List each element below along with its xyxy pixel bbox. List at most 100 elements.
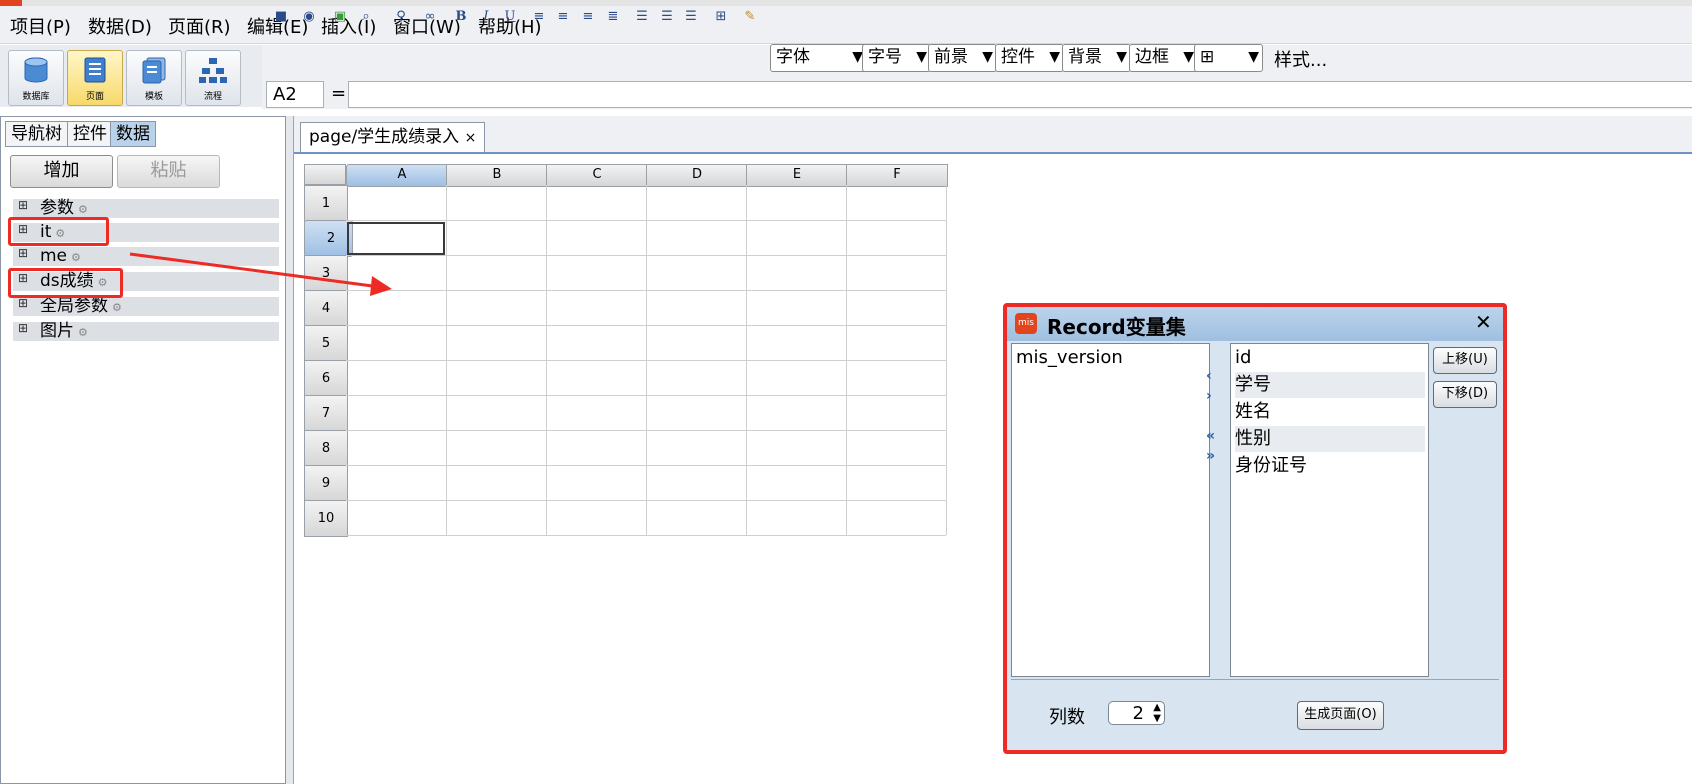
columns-label: 列数	[1049, 707, 1085, 728]
expand-icon[interactable]: ⊞	[18, 247, 30, 260]
close-icon[interactable]: ×	[465, 130, 477, 146]
column-header[interactable]: B	[446, 164, 548, 187]
border-select[interactable]: 边框 ▼	[1129, 44, 1198, 72]
column-header[interactable]: F	[846, 164, 948, 187]
move-right-one-icon[interactable]: ‹	[1206, 368, 1212, 384]
tab-data[interactable]: 数据	[110, 121, 156, 147]
column-header[interactable]: D	[646, 164, 748, 187]
list-item[interactable]: 身份证号	[1235, 453, 1425, 479]
align-justify-icon[interactable]: ≣	[604, 8, 622, 26]
menu-page[interactable]: 页面(R)	[168, 13, 231, 39]
underline-button[interactable]: U	[501, 8, 519, 26]
row-header[interactable]: 7	[304, 395, 348, 432]
equals-sign: =	[331, 83, 347, 104]
row-header[interactable]: 4	[304, 290, 348, 327]
expand-icon[interactable]: ⊞	[18, 322, 30, 335]
cell-reference-field[interactable]: A2	[266, 81, 324, 108]
available-fields-list[interactable]: mis_version	[1011, 343, 1210, 677]
paste-button[interactable]: 粘贴	[117, 155, 220, 188]
tab-nav-tree[interactable]: 导航树	[5, 121, 68, 147]
list-item[interactable]: 姓名	[1235, 399, 1425, 425]
align-left-icon[interactable]: ≡	[530, 8, 548, 26]
tab-page-student-scores[interactable]: page/学生成绩录入 ×	[300, 122, 486, 152]
column-header[interactable]: C	[546, 164, 648, 187]
italic-button[interactable]: I	[477, 8, 495, 26]
template-button[interactable]: 模板	[126, 50, 182, 106]
move-all-left-icon[interactable]: «	[1206, 428, 1215, 444]
zoom-icon[interactable]: ⌕	[357, 8, 375, 26]
border-value: 边框	[1135, 47, 1169, 67]
tree-label: 全局参数	[40, 296, 108, 316]
preview-icon[interactable]: ◉	[300, 8, 318, 26]
valign-top-icon[interactable]: ☰	[633, 8, 651, 26]
list-item[interactable]: 性别	[1235, 426, 1425, 452]
menu-project[interactable]: 项目(P)	[10, 13, 71, 39]
tree-item-me[interactable]: ⊞ me ⚙	[13, 247, 279, 266]
database-button[interactable]: 数据库	[8, 50, 64, 106]
column-header[interactable]: A	[346, 164, 453, 187]
binoculars-icon[interactable]: ∞	[421, 8, 439, 26]
tree-item-images[interactable]: ⊞ 图片 ⚙	[13, 322, 279, 341]
control-select[interactable]: 控件 ▼	[995, 44, 1064, 72]
dialog-divider	[1011, 679, 1499, 680]
align-right-icon[interactable]: ≡	[579, 8, 597, 26]
row-header[interactable]: 10	[304, 500, 348, 537]
row-header[interactable]: 3	[304, 255, 348, 292]
style-button[interactable]: 样式...	[1274, 46, 1327, 72]
chevron-down-icon: ▼	[1248, 49, 1259, 65]
tree-label: 图片	[40, 321, 74, 341]
list-item[interactable]: mis_version	[1016, 345, 1206, 371]
formula-input[interactable]	[348, 81, 1692, 108]
corner-cell[interactable]	[304, 164, 346, 185]
grid-line	[346, 465, 946, 466]
grid-border-select[interactable]: ⊞ ▼	[1194, 44, 1263, 72]
columns-spinner[interactable]: 2 ▲ ▼	[1108, 701, 1165, 725]
column-header[interactable]: E	[746, 164, 848, 187]
tree-item-global-params[interactable]: ⊞ 全局参数 ⚙	[13, 297, 279, 316]
merge-cells-icon[interactable]: ⊞	[712, 8, 730, 26]
spinner-arrows-icon[interactable]: ▲ ▼	[1153, 702, 1161, 724]
tree-item-params[interactable]: ⊞ 参数 ⚙	[13, 199, 279, 218]
selected-cell[interactable]	[347, 222, 445, 255]
valign-middle-icon[interactable]: ☰	[658, 8, 676, 26]
generate-page-button[interactable]: 生成页面(O)	[1297, 701, 1384, 730]
row-header[interactable]: 1	[304, 185, 348, 222]
save-icon[interactable]: ■	[272, 8, 290, 26]
dialog-title-bar[interactable]: mis Record变量集 ✕	[1007, 307, 1503, 341]
row-header[interactable]: 2	[304, 220, 353, 257]
move-left-one-icon[interactable]: ›	[1206, 388, 1212, 404]
valign-bottom-icon[interactable]: ☰	[682, 8, 700, 26]
record-variable-dialog: mis Record变量集 ✕ mis_version id 学号 姓名 性别 …	[1003, 303, 1507, 754]
row-header[interactable]: 9	[304, 465, 348, 502]
page-button[interactable]: 页面	[67, 50, 123, 106]
bold-button[interactable]: B	[452, 8, 470, 26]
panel-splitter[interactable]	[286, 116, 294, 784]
font-select[interactable]: 字体 ▼	[770, 44, 867, 72]
close-icon[interactable]: ✕	[1475, 310, 1492, 334]
format-brush-icon[interactable]: ✎	[741, 8, 759, 26]
list-item[interactable]: id	[1235, 345, 1425, 371]
tab-controls[interactable]: 控件	[67, 121, 113, 147]
move-up-button[interactable]: 上移(U)	[1433, 347, 1497, 374]
row-header[interactable]: 5	[304, 325, 348, 362]
menu-data[interactable]: 数据(D)	[88, 13, 152, 39]
selected-fields-list[interactable]: id 学号 姓名 性别 身份证号	[1230, 343, 1429, 677]
background-select[interactable]: 背景 ▼	[1062, 44, 1131, 72]
expand-icon[interactable]: ⊞	[18, 199, 30, 212]
move-down-button[interactable]: 下移(D)	[1433, 381, 1497, 408]
move-all-right-icon[interactable]: »	[1206, 448, 1215, 464]
align-center-icon[interactable]: ≡	[554, 8, 572, 26]
list-item[interactable]: 学号	[1235, 372, 1425, 398]
find-icon[interactable]: ⚲	[392, 8, 410, 26]
flow-button[interactable]: 流程	[185, 50, 241, 106]
add-button[interactable]: 增加	[10, 155, 113, 188]
expand-icon[interactable]: ⊞	[18, 297, 30, 310]
database-label: 数据库	[22, 92, 50, 102]
refresh-icon[interactable]: ▣	[331, 8, 349, 26]
row-header[interactable]: 6	[304, 360, 348, 397]
gear-icon: ⚙	[71, 251, 81, 264]
foreground-select[interactable]: 前景 ▼	[928, 44, 997, 72]
chevron-down-icon: ▼	[982, 49, 993, 65]
font-size-select[interactable]: 字号 ▼	[862, 44, 931, 72]
row-header[interactable]: 8	[304, 430, 348, 467]
